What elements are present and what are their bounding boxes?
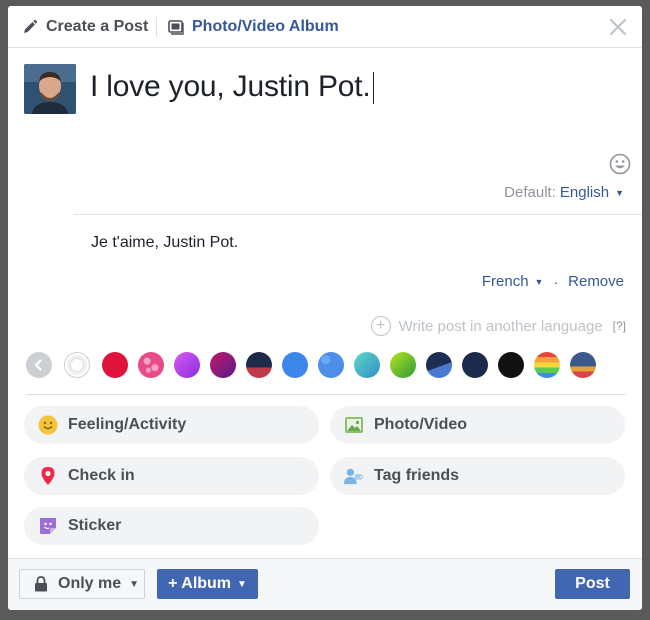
default-language-row: Default: English ▼ <box>504 184 624 201</box>
swatch-purple-gradient[interactable] <box>174 352 200 378</box>
pencil-icon <box>24 19 38 33</box>
photo-icon <box>344 415 364 435</box>
swatch-black[interactable] <box>498 352 524 378</box>
post-label: Post <box>575 575 610 592</box>
default-label: Default: <box>504 184 556 201</box>
tag-friends-label: Tag friends <box>374 467 460 484</box>
tab-album-label: Photo/Video Album <box>192 18 339 35</box>
another-language-label: Write post in another language <box>398 317 603 335</box>
swatch-scene-image[interactable] <box>570 352 596 378</box>
feeling-activity-label: Feeling/Activity <box>68 416 187 433</box>
plus-circle-icon: + <box>370 316 391 336</box>
chevron-down-icon: ▼ <box>237 578 247 590</box>
album-icon <box>168 20 184 35</box>
privacy-label: Only me <box>58 575 122 592</box>
swatch-white[interactable] <box>64 352 90 378</box>
swatch-magenta-gradient[interactable] <box>210 352 236 378</box>
post-button[interactable]: Post <box>555 569 630 599</box>
translation-text-input[interactable]: Je t'aime, Justin Pot. <box>91 234 238 252</box>
chevron-down-icon[interactable]: ▼ <box>535 277 544 287</box>
check-in-label: Check in <box>68 467 135 484</box>
emoji-icon[interactable] <box>609 153 631 175</box>
swatch-red[interactable] <box>102 352 128 378</box>
remove-translation-link[interactable]: Remove <box>568 273 624 290</box>
tab-separator <box>156 17 157 37</box>
tab-create-post[interactable]: Create a Post <box>22 6 148 48</box>
swatch-rainbow[interactable] <box>534 352 560 378</box>
feeling-activity-button[interactable]: Feeling/Activity <box>24 406 319 444</box>
swatch-teal-gradient[interactable] <box>354 352 380 378</box>
sticker-button[interactable]: Sticker <box>24 507 319 545</box>
add-album-label: + Album <box>168 575 232 592</box>
lock-icon <box>35 576 47 592</box>
chevron-down-icon: ▼ <box>129 578 140 590</box>
swatch-blue[interactable] <box>282 352 308 378</box>
avatar <box>24 64 76 114</box>
tab-photo-video-album[interactable]: Photo/Video Album <box>168 6 339 48</box>
divider <box>74 214 642 215</box>
help-link[interactable]: [?] <box>613 319 626 333</box>
swatch-dark-navy-image[interactable] <box>246 352 272 378</box>
dialog-footer: Only me ▼ + Album ▼ Post <box>8 558 642 610</box>
tag-friends-button[interactable]: Tag friends <box>330 457 625 495</box>
add-album-button[interactable]: + Album ▼ <box>157 569 258 599</box>
sticker-label: Sticker <box>68 517 122 534</box>
text-caret <box>372 72 374 105</box>
translation-controls: French ▼ · Remove <box>482 273 624 290</box>
chevron-left-icon <box>34 359 42 371</box>
location-pin-icon <box>38 466 58 486</box>
close-icon[interactable] <box>608 17 628 37</box>
tab-create-post-label: Create a Post <box>46 18 149 35</box>
dialog-header: Create a Post Photo/Video Album <box>8 6 642 48</box>
photo-video-label: Photo/Video <box>374 416 468 433</box>
tag-friends-icon <box>344 466 364 486</box>
create-post-dialog: Create a Post Photo/Video Album I love y <box>8 6 642 610</box>
swatch-back-button[interactable] <box>26 352 52 378</box>
swatch-navy[interactable] <box>462 352 488 378</box>
swatch-night-image[interactable] <box>426 352 452 378</box>
swatch-green-gradient[interactable] <box>390 352 416 378</box>
privacy-selector[interactable]: Only me ▼ <box>19 569 145 599</box>
divider <box>26 394 626 395</box>
default-language-select[interactable]: English <box>560 184 609 201</box>
smiley-icon <box>38 415 58 435</box>
swatch-blue-pattern[interactable] <box>318 352 344 378</box>
sticker-icon <box>38 516 58 536</box>
post-text-input[interactable]: I love you, Justin Pot. <box>90 70 374 105</box>
translation-language-select[interactable]: French <box>482 273 529 290</box>
post-text: I love you, Justin Pot. <box>90 70 371 103</box>
separator-dot: · <box>553 273 559 290</box>
chevron-down-icon[interactable]: ▼ <box>615 188 624 198</box>
swatch-pink-pattern[interactable] <box>138 352 164 378</box>
another-language-row[interactable]: + Write post in another language [?] <box>370 316 626 336</box>
photo-video-button[interactable]: Photo/Video <box>330 406 625 444</box>
check-in-button[interactable]: Check in <box>24 457 319 495</box>
